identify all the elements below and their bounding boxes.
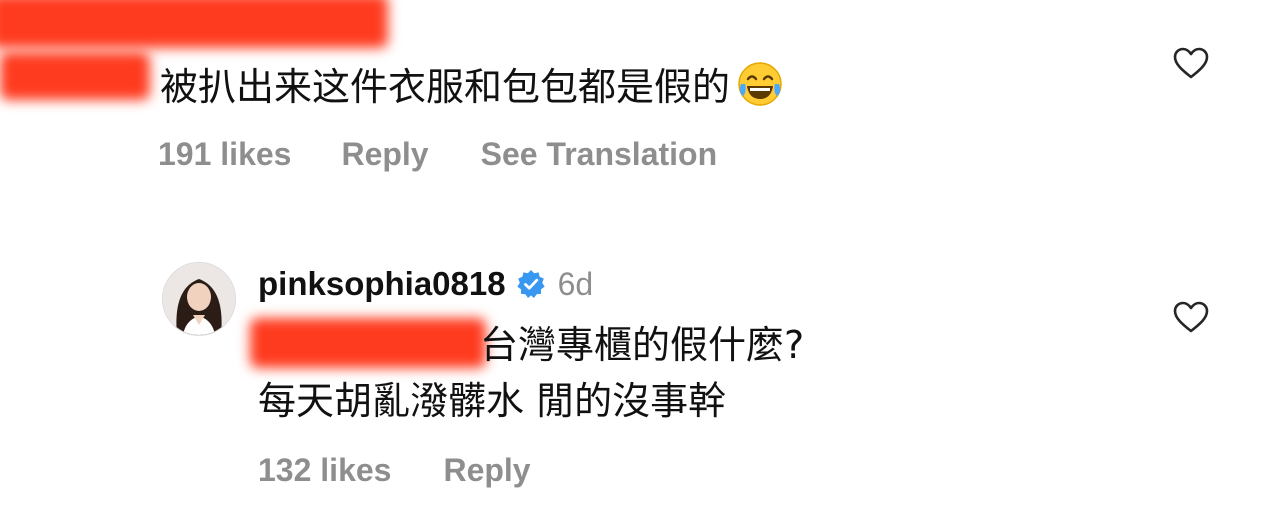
profile-photo-icon bbox=[163, 263, 235, 335]
comment-1-meta: 191 likes Reply See Translation bbox=[158, 134, 717, 174]
comment-2-time: 6d bbox=[557, 265, 594, 302]
redacted-mention bbox=[250, 318, 486, 368]
comment-2-line-2: 每天胡亂潑髒水 閒的沒事幹 bbox=[258, 379, 727, 423]
comment-1-likes[interactable]: 191 likes bbox=[158, 136, 291, 173]
comment-1-reply-button[interactable]: Reply bbox=[341, 136, 428, 173]
verified-badge-icon bbox=[517, 270, 545, 298]
comment-2-likes[interactable]: 132 likes bbox=[258, 452, 391, 489]
comment-1-body: 被扒出来这件衣服和包包都是假的 bbox=[160, 65, 731, 109]
redacted-username-1 bbox=[0, 0, 388, 48]
like-heart-icon[interactable] bbox=[1172, 46, 1210, 80]
comment-1-text: 被扒出来这件衣服和包包都是假的 bbox=[160, 60, 784, 114]
comment-2-username[interactable]: pinksophia0818 bbox=[258, 265, 506, 303]
like-heart-icon-2[interactable] bbox=[1172, 300, 1210, 334]
comment-2-header: pinksophia0818 6d bbox=[258, 262, 593, 306]
laughing-emoji-icon bbox=[738, 62, 782, 106]
see-translation-button[interactable]: See Translation bbox=[481, 136, 718, 173]
comment-2-line-1: 台灣專櫃的假什麼? bbox=[480, 323, 805, 367]
comment-2-reply-button[interactable]: Reply bbox=[443, 452, 530, 489]
comment-2-meta: 132 likes Reply bbox=[258, 450, 531, 490]
avatar[interactable] bbox=[162, 262, 236, 336]
redacted-avatar-area bbox=[0, 52, 150, 100]
